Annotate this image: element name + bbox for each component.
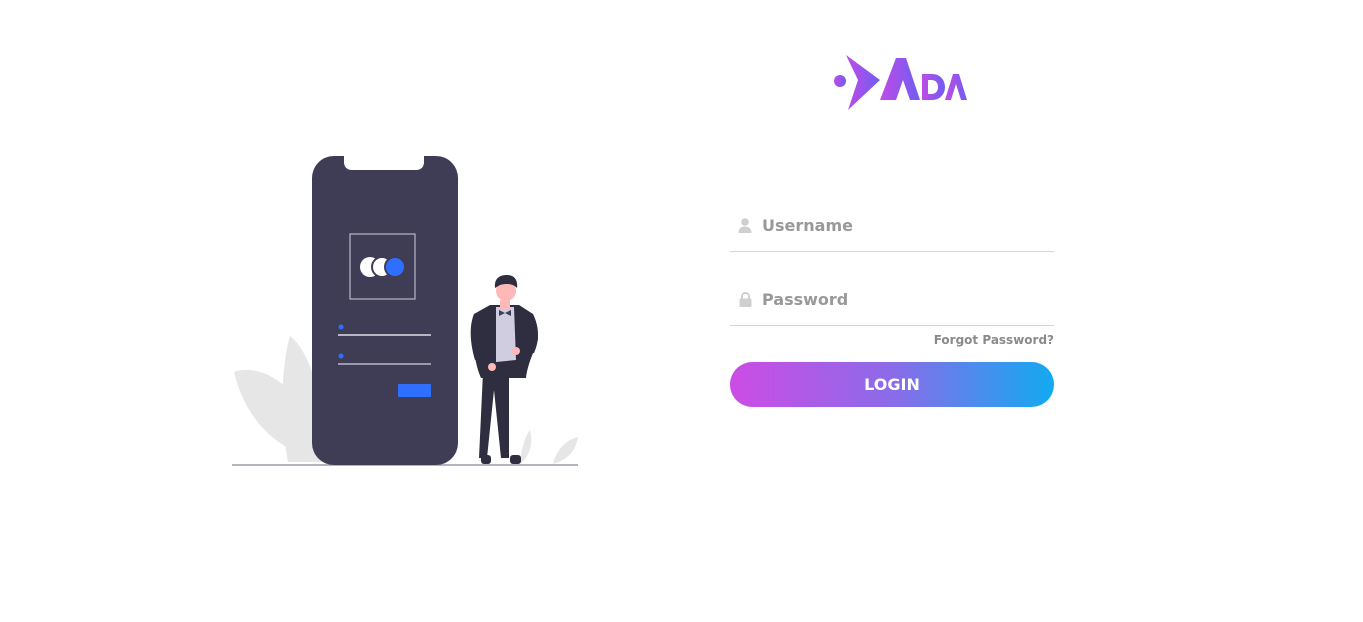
leaf-shape	[553, 437, 578, 464]
password-input[interactable]	[762, 284, 1042, 315]
username-field	[730, 200, 1054, 252]
leaf-shape	[520, 430, 532, 464]
login-button[interactable]: LOGIN	[730, 362, 1054, 407]
phone-body	[312, 156, 458, 465]
login-form: Forgot Password? LOGIN	[730, 200, 1054, 407]
ada-logo	[834, 55, 967, 110]
lock-icon	[734, 291, 756, 309]
login-illustration	[232, 156, 578, 466]
logo-letter-a	[880, 58, 920, 100]
phone-notch	[344, 156, 424, 170]
login-page: Forgot Password? LOGIN	[0, 0, 1363, 622]
password-field	[730, 274, 1054, 326]
logo-arrow	[846, 55, 880, 110]
logo-letter-d	[922, 74, 945, 100]
phone-screen-button	[398, 384, 431, 397]
logo-letter-a2	[945, 74, 967, 100]
forgot-password-link[interactable]: Forgot Password?	[730, 333, 1054, 347]
logo-dot	[834, 75, 846, 87]
username-input[interactable]	[762, 210, 1042, 241]
user-icon	[734, 217, 756, 235]
